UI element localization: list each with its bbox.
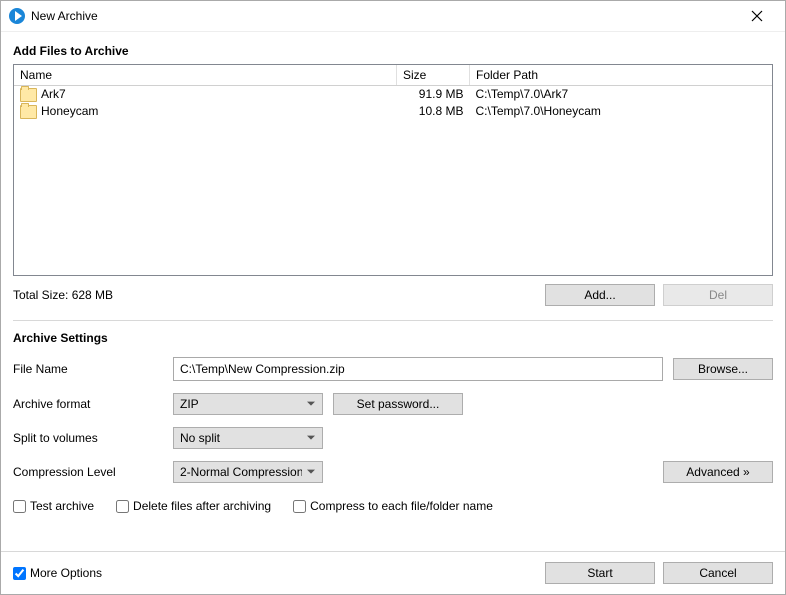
compress-each-input[interactable] — [293, 500, 306, 513]
compression-select[interactable]: 2-Normal Compression — [173, 461, 323, 483]
compression-label: Compression Level — [13, 465, 173, 479]
file-path: C:\Temp\7.0\Honeycam — [470, 103, 773, 120]
more-options-checkbox[interactable]: More Options — [13, 566, 102, 580]
set-password-button[interactable]: Set password... — [333, 393, 463, 415]
advanced-button[interactable]: Advanced » — [663, 461, 773, 483]
table-row[interactable]: Ark7 91.9 MB C:\Temp\7.0\Ark7 — [14, 86, 772, 103]
total-size-label: Total Size: 628 MB — [13, 288, 537, 302]
delete-after-input[interactable] — [116, 500, 129, 513]
col-size[interactable]: Size — [397, 65, 470, 86]
split-label: Split to volumes — [13, 431, 173, 445]
more-options-input[interactable] — [13, 567, 26, 580]
folder-icon — [20, 105, 37, 119]
browse-button[interactable]: Browse... — [673, 358, 773, 380]
cancel-button[interactable]: Cancel — [663, 562, 773, 584]
format-label: Archive format — [13, 397, 173, 411]
add-files-heading: Add Files to Archive — [13, 44, 773, 58]
test-archive-checkbox[interactable]: Test archive — [13, 499, 94, 513]
start-button[interactable]: Start — [545, 562, 655, 584]
filename-label: File Name — [13, 362, 173, 376]
file-name: Honeycam — [41, 104, 98, 118]
more-options-label: More Options — [30, 566, 102, 580]
separator — [13, 320, 773, 321]
col-path[interactable]: Folder Path — [470, 65, 773, 86]
compress-each-label: Compress to each file/folder name — [310, 499, 493, 513]
app-icon — [9, 8, 25, 24]
test-archive-label: Test archive — [30, 499, 94, 513]
test-archive-input[interactable] — [13, 500, 26, 513]
file-name: Ark7 — [41, 87, 66, 101]
delete-after-checkbox[interactable]: Delete files after archiving — [116, 499, 271, 513]
close-icon — [751, 10, 763, 22]
folder-icon — [20, 88, 37, 102]
file-list[interactable]: Name Size Folder Path Ark7 91.9 MB C:\Te… — [13, 64, 773, 276]
col-name[interactable]: Name — [14, 65, 397, 86]
archive-settings-heading: Archive Settings — [13, 331, 773, 345]
window-title: New Archive — [31, 9, 98, 23]
format-select[interactable]: ZIP — [173, 393, 323, 415]
titlebar: New Archive — [1, 1, 785, 32]
file-path: C:\Temp\7.0\Ark7 — [470, 86, 773, 103]
file-size: 91.9 MB — [397, 86, 470, 103]
close-button[interactable] — [737, 1, 777, 31]
table-row[interactable]: Honeycam 10.8 MB C:\Temp\7.0\Honeycam — [14, 103, 772, 120]
compress-each-checkbox[interactable]: Compress to each file/folder name — [293, 499, 493, 513]
add-button[interactable]: Add... — [545, 284, 655, 306]
delete-after-label: Delete files after archiving — [133, 499, 271, 513]
file-size: 10.8 MB — [397, 103, 470, 120]
split-select[interactable]: No split — [173, 427, 323, 449]
filename-input[interactable] — [173, 357, 663, 381]
del-button[interactable]: Del — [663, 284, 773, 306]
